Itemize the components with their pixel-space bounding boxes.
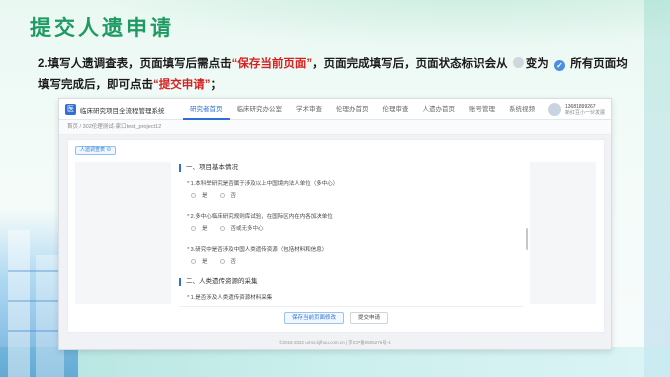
- save-highlight: “保存当前页面”: [231, 58, 313, 70]
- radio-option-no[interactable]: 否: [219, 257, 236, 265]
- submit-application-button[interactable]: 提交申请: [350, 312, 389, 324]
- nav-system-video[interactable]: 系统视频: [502, 99, 542, 120]
- question-label: * 1.是否涉及人类遗传资源材料采集: [187, 295, 273, 301]
- user-menu[interactable]: 13681899267 新红豆小一伙发展: [547, 102, 605, 117]
- instruction-part2: ，页面完成填写后，页面状态标识会从: [312, 58, 508, 70]
- nav-account-management[interactable]: 账号管理: [462, 99, 502, 120]
- radio-circle-icon: [191, 225, 196, 231]
- nav-ethics-home[interactable]: 伦理办首页: [329, 99, 376, 120]
- background-right-accent: [644, 0, 670, 377]
- nav-researcher-home[interactable]: 研究者首页: [183, 99, 230, 120]
- app-header: 医 临床研究项目全流程管理系统 研究者首页 临床研究办公室 学术审查 伦理办首页…: [59, 99, 611, 120]
- instruction-part3: 变为: [525, 58, 549, 70]
- radio-circle-icon: [219, 225, 225, 231]
- app-name: 临床研究项目全流程管理系统: [80, 108, 165, 115]
- background-bottom-band: [0, 347, 670, 377]
- radio-circle-icon: [219, 258, 225, 264]
- breadcrumb: 首页 / 302伦理测试-家口test_project12: [59, 120, 611, 135]
- question-label: * 3.研究中是否涉及中国人类遗传资源（包括材料和信息）: [187, 247, 328, 253]
- radio-group: 是 否: [191, 257, 523, 265]
- left-panel: [75, 162, 171, 304]
- instruction-part5: ；: [210, 79, 223, 91]
- main-nav: 研究者首页 临床研究办公室 学术审查 伦理办首页 伦理审查 人遗办首页 账号管理…: [183, 99, 542, 120]
- instruction-text: 2.填写人遗调查表，页面填写后需点击“保存当前页面”，页面完成填写后，页面状态标…: [38, 54, 628, 96]
- section-title: 一、项目基本情况: [179, 164, 523, 172]
- completed-check-icon: ✓: [554, 60, 565, 71]
- content-card: 人遗调查表 ⊘ 一、项目基本情况 * 1.本科举研究是否属于涉及以上中国境内法人…: [67, 139, 605, 333]
- save-page-button[interactable]: 保存当前页面修改: [283, 312, 344, 324]
- action-buttons: 保存当前页面修改 提交申请: [68, 312, 604, 324]
- nav-academic-review[interactable]: 学术审查: [289, 99, 329, 120]
- pending-state-icon: [512, 57, 524, 68]
- nav-clinical-office[interactable]: 临床研究办公室: [230, 99, 290, 120]
- status-badge[interactable]: 人遗调查表 ⊘: [75, 146, 117, 155]
- submit-highlight: “提交申请”: [153, 79, 211, 91]
- footer-copyright: ©2018-2022 urms.bjfhuu.com.cn | 京ICP备050…: [279, 340, 391, 345]
- divider: [179, 306, 523, 307]
- right-panel: [530, 162, 596, 304]
- question-label: * 1.本科举研究是否属于涉及以上中国境内法人单位（多中心）: [187, 181, 339, 187]
- radio-circle-icon: [191, 258, 196, 264]
- radio-circle-icon: [219, 192, 225, 198]
- user-role: 新红豆小一伙发展: [564, 109, 605, 116]
- instruction-part1: 2.填写人遗调查表，页面填写后需点击: [38, 58, 232, 70]
- survey-form: 一、项目基本情况 * 1.本科举研究是否属于涉及以上中国境内法人单位（多中心） …: [179, 158, 523, 304]
- radio-option-yes[interactable]: 是: [191, 191, 208, 199]
- app-screenshot: 医 临床研究项目全流程管理系统 研究者首页 临床研究办公室 学术审查 伦理办首页…: [58, 98, 612, 350]
- radio-option-no[interactable]: 否: [219, 191, 236, 199]
- nav-hgr-office-home[interactable]: 人遗办首页: [416, 99, 463, 120]
- avatar: [547, 103, 561, 116]
- nav-ethics-review[interactable]: 伦理审查: [376, 99, 416, 120]
- radio-option-no[interactable]: 否或无多中心: [219, 224, 264, 232]
- scrollbar[interactable]: [526, 228, 528, 250]
- section-title: 二、人类遗传资源的采集: [179, 278, 523, 286]
- radio-group: 是 否或无多中心: [191, 224, 523, 232]
- hospital-logo-icon: 医: [65, 104, 76, 115]
- radio-option-yes[interactable]: 是: [191, 257, 208, 265]
- radio-option-yes[interactable]: 是: [191, 224, 208, 232]
- radio-circle-icon: [191, 192, 196, 198]
- slide-title: 提交人遗申请: [30, 17, 174, 40]
- question-label: * 2.多中心临床研究规则库试验，在国际区内在内各加决单位: [187, 214, 333, 220]
- radio-group: 是 否: [191, 191, 523, 199]
